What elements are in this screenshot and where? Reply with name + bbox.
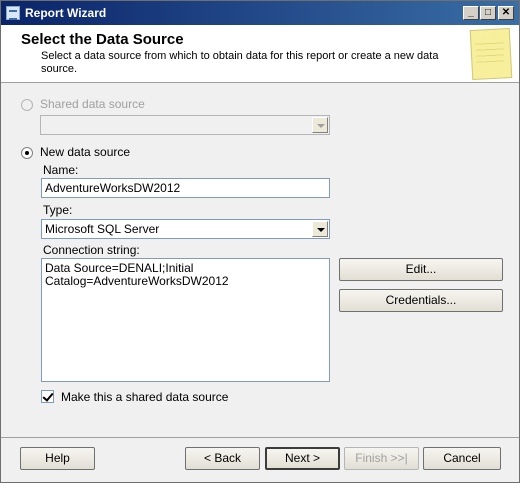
type-select[interactable]: Microsoft SQL Server — [41, 219, 330, 239]
page-title: Select the Data Source — [21, 31, 184, 48]
page-description: Select a data source from which to obtai… — [41, 50, 439, 75]
new-data-source-label: New data source — [40, 145, 131, 159]
report-wizard-icon — [6, 6, 20, 20]
type-select-value: Microsoft SQL Server — [45, 222, 160, 236]
wizard-footer: Help < Back Next > Finish >>| Cancel — [1, 437, 519, 482]
minimize-button[interactable]: _ — [463, 6, 479, 20]
make-shared-label: Make this a shared data source — [61, 390, 229, 404]
wizard-notes-icon — [469, 27, 513, 81]
credentials-button[interactable]: Credentials... — [339, 289, 503, 312]
wizard-header: Select the Data Source Select a data sou… — [1, 25, 519, 83]
maximize-button[interactable]: □ — [480, 6, 496, 20]
window-title: Report Wizard — [25, 6, 107, 20]
next-button[interactable]: Next > — [265, 447, 340, 470]
chevron-down-icon[interactable] — [312, 221, 328, 237]
connection-string-label: Connection string: — [43, 243, 140, 257]
report-wizard-window: Report Wizard _ □ ✕ Select the Data Sour… — [0, 0, 520, 483]
make-shared-checkbox[interactable] — [41, 390, 54, 403]
close-button[interactable]: ✕ — [498, 6, 514, 20]
title-bar: Report Wizard _ □ ✕ — [1, 1, 519, 25]
cancel-button[interactable]: Cancel — [423, 447, 501, 470]
chevron-down-icon[interactable] — [312, 117, 328, 133]
help-button[interactable]: Help — [20, 447, 95, 470]
name-label: Name: — [43, 163, 79, 177]
new-data-source-radio[interactable] — [21, 147, 33, 159]
shared-data-source-radio[interactable] — [21, 99, 33, 111]
edit-button[interactable]: Edit... — [339, 258, 503, 281]
finish-button[interactable]: Finish >>| — [344, 447, 419, 470]
back-button[interactable]: < Back — [185, 447, 260, 470]
connection-string-textarea[interactable]: Data Source=DENALI;Initial Catalog=Adven… — [41, 258, 330, 382]
name-input[interactable]: AdventureWorksDW2012 — [41, 178, 330, 198]
shared-data-source-select[interactable] — [40, 115, 330, 135]
type-label: Type: — [43, 203, 73, 217]
shared-data-source-label: Shared data source — [40, 97, 145, 111]
